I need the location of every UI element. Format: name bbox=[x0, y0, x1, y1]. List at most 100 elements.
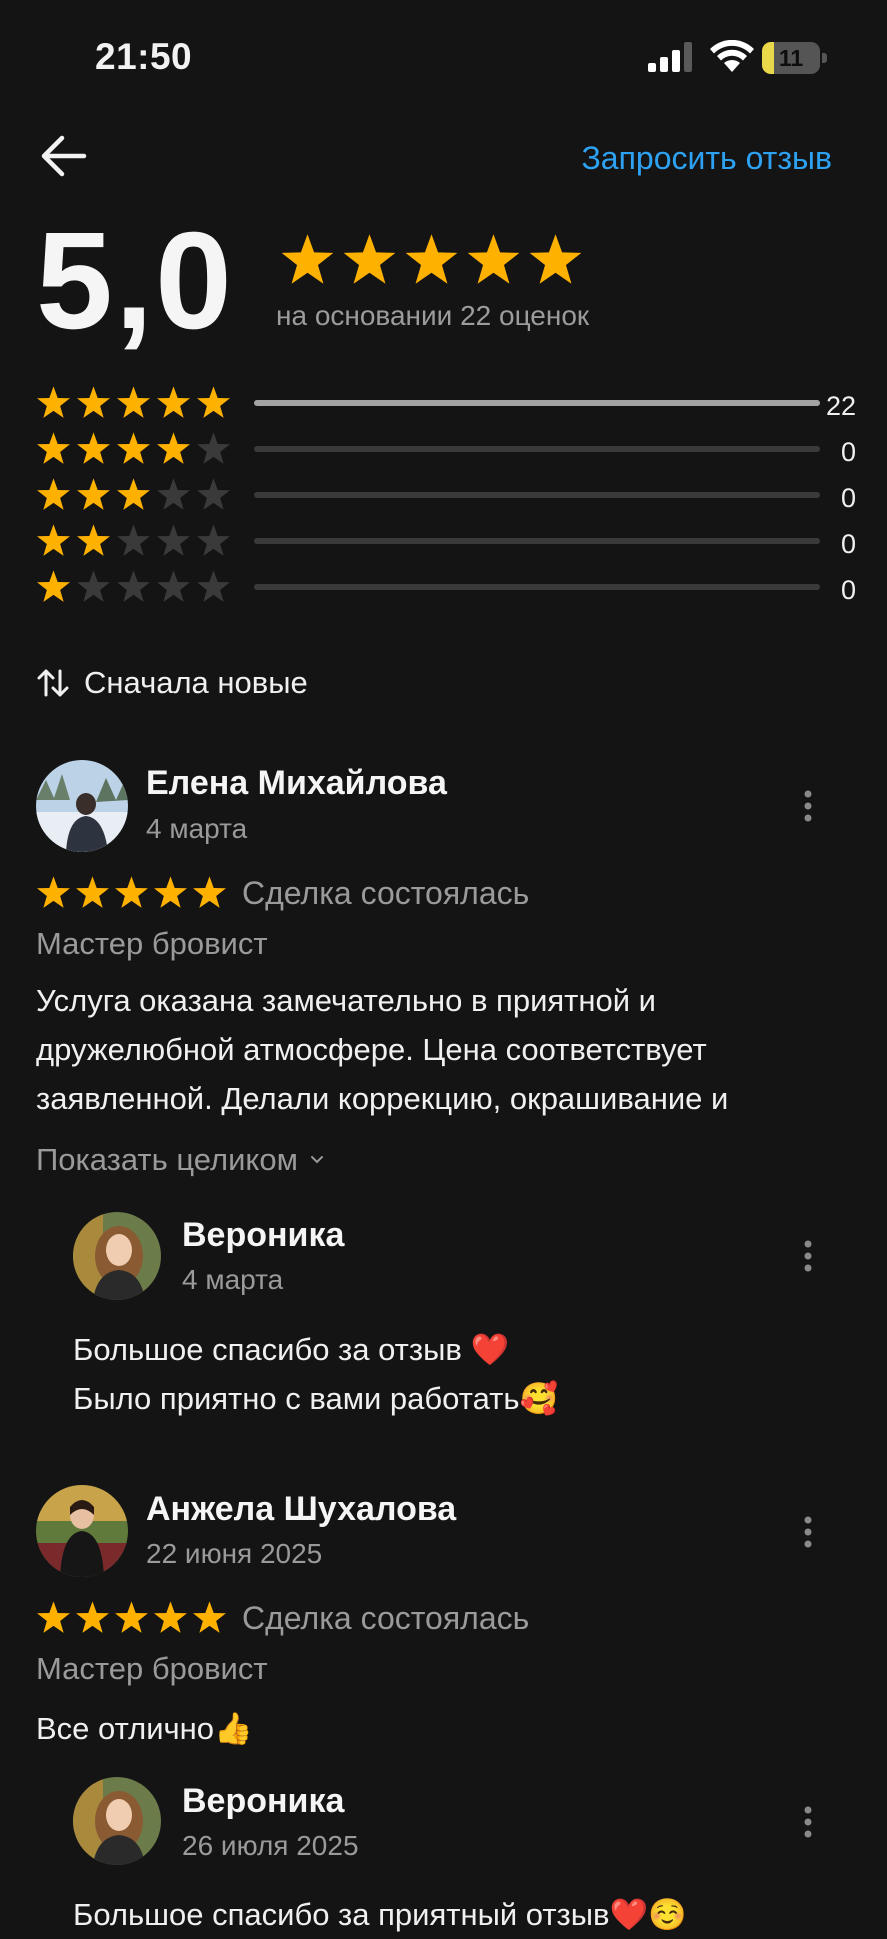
star-filled-icon bbox=[77, 386, 110, 418]
more-vertical-icon bbox=[804, 1240, 812, 1272]
reply-date: 26 июля 2025 bbox=[182, 1830, 359, 1861]
star-empty-icon bbox=[197, 570, 230, 602]
distribution-stars bbox=[36, 523, 231, 558]
star-filled-icon bbox=[117, 478, 150, 510]
sort-arrows-icon bbox=[37, 669, 69, 697]
battery-level: 11 bbox=[778, 44, 804, 71]
distribution-row-2: 0 bbox=[36, 523, 856, 569]
star-filled-icon bbox=[37, 1601, 70, 1633]
distribution-count: 0 bbox=[840, 483, 856, 513]
distribution-bar bbox=[254, 538, 820, 544]
distribution-count: 0 bbox=[840, 529, 856, 559]
average-rating-stars bbox=[280, 232, 583, 287]
review-date: 22 июня 2025 bbox=[146, 1538, 323, 1569]
star-filled-icon bbox=[76, 876, 109, 908]
star-empty-icon bbox=[157, 524, 190, 556]
star-filled-icon bbox=[193, 1601, 226, 1633]
more-options-button[interactable] bbox=[793, 1512, 823, 1552]
chevron-down-icon bbox=[310, 1156, 323, 1164]
request-review-link[interactable]: Запросить отзыв bbox=[581, 140, 832, 177]
battery-icon: 11 bbox=[762, 42, 828, 74]
star-filled-icon bbox=[157, 432, 190, 464]
star-empty-icon bbox=[117, 570, 150, 602]
star-filled-icon bbox=[193, 876, 226, 908]
show-full-button[interactable]: Показать целиком bbox=[36, 1142, 324, 1178]
star-empty-icon bbox=[197, 524, 230, 556]
star-filled-icon bbox=[115, 1601, 148, 1633]
star-filled-icon bbox=[154, 1601, 187, 1633]
distribution-bar bbox=[254, 492, 820, 498]
star-filled-icon bbox=[37, 386, 70, 418]
sort-button[interactable]: Сначала новые bbox=[36, 665, 308, 701]
more-options-button[interactable] bbox=[793, 1236, 823, 1276]
distribution-row-4: 0 bbox=[36, 431, 856, 477]
ratings-count-text: на основании 22 оценок bbox=[276, 300, 590, 331]
status-time: 21:50 bbox=[95, 36, 193, 77]
star-filled-icon bbox=[117, 386, 150, 418]
avatar[interactable] bbox=[36, 760, 128, 852]
distribution-stars bbox=[36, 477, 231, 512]
star-empty-icon bbox=[77, 570, 110, 602]
distribution-row-3: 0 bbox=[36, 477, 856, 523]
more-options-button[interactable] bbox=[793, 786, 823, 826]
deal-status: Сделка состоялась bbox=[242, 875, 530, 911]
more-options-button[interactable] bbox=[793, 1802, 823, 1842]
star-empty-icon bbox=[197, 478, 230, 510]
star-filled-icon bbox=[197, 386, 230, 418]
reply-date: 4 марта bbox=[182, 1264, 284, 1295]
star-filled-icon bbox=[37, 524, 70, 556]
distribution-bar bbox=[254, 400, 820, 406]
distribution-row-5: 22 bbox=[36, 385, 856, 431]
star-filled-icon bbox=[405, 234, 458, 284]
star-filled-icon bbox=[77, 478, 110, 510]
star-filled-icon bbox=[115, 876, 148, 908]
wifi-icon bbox=[710, 39, 754, 74]
more-vertical-icon bbox=[804, 790, 812, 822]
star-empty-icon bbox=[197, 432, 230, 464]
distribution-stars bbox=[36, 385, 231, 420]
star-filled-icon bbox=[37, 570, 70, 602]
star-filled-icon bbox=[157, 386, 190, 418]
distribution-stars bbox=[36, 431, 231, 466]
distribution-stars bbox=[36, 569, 231, 604]
more-vertical-icon bbox=[804, 1806, 812, 1838]
service-category: Мастер бровист bbox=[36, 926, 268, 961]
star-filled-icon bbox=[117, 432, 150, 464]
avatar[interactable] bbox=[36, 1485, 128, 1577]
distribution-count: 0 bbox=[840, 575, 856, 605]
star-filled-icon bbox=[529, 234, 582, 284]
star-filled-icon bbox=[77, 432, 110, 464]
avatar[interactable] bbox=[73, 1212, 161, 1300]
reply-text: Большое спасибо за приятный отзыв❤️☺️ bbox=[73, 1897, 687, 1932]
star-filled-icon bbox=[343, 234, 396, 284]
distribution-bar bbox=[254, 584, 820, 590]
deal-status: Сделка состоялась bbox=[242, 1600, 530, 1636]
distribution-bar bbox=[254, 446, 820, 452]
more-vertical-icon bbox=[804, 1516, 812, 1548]
cellular-signal-icon bbox=[648, 42, 694, 72]
star-filled-icon bbox=[77, 524, 110, 556]
reply-text: Большое спасибо за отзыв ❤️ Было приятно… bbox=[73, 1332, 559, 1416]
sort-label: Сначала новые bbox=[84, 665, 308, 700]
star-empty-icon bbox=[157, 570, 190, 602]
star-filled-icon bbox=[37, 478, 70, 510]
review-stars bbox=[36, 875, 227, 910]
arrow-left-icon bbox=[41, 135, 87, 177]
star-empty-icon bbox=[157, 478, 190, 510]
average-rating: 5,0 bbox=[36, 204, 234, 358]
star-empty-icon bbox=[117, 524, 150, 556]
star-filled-icon bbox=[37, 876, 70, 908]
star-filled-icon bbox=[37, 432, 70, 464]
star-filled-icon bbox=[281, 234, 334, 284]
avatar[interactable] bbox=[73, 1777, 161, 1865]
review-text: Все отлично👍 bbox=[36, 1711, 253, 1746]
reviewer-name: Елена Михайлова bbox=[146, 764, 447, 802]
distribution-count: 0 bbox=[840, 437, 856, 467]
reviewer-name: Анжела Шухалова bbox=[146, 1490, 457, 1528]
service-category: Мастер бровист bbox=[36, 1651, 268, 1686]
star-filled-icon bbox=[467, 234, 520, 284]
star-filled-icon bbox=[76, 1601, 109, 1633]
reply-author-name: Вероника bbox=[182, 1216, 345, 1254]
rating-distribution: 22 0 0 0 0 bbox=[36, 385, 856, 615]
back-button[interactable] bbox=[38, 132, 90, 180]
